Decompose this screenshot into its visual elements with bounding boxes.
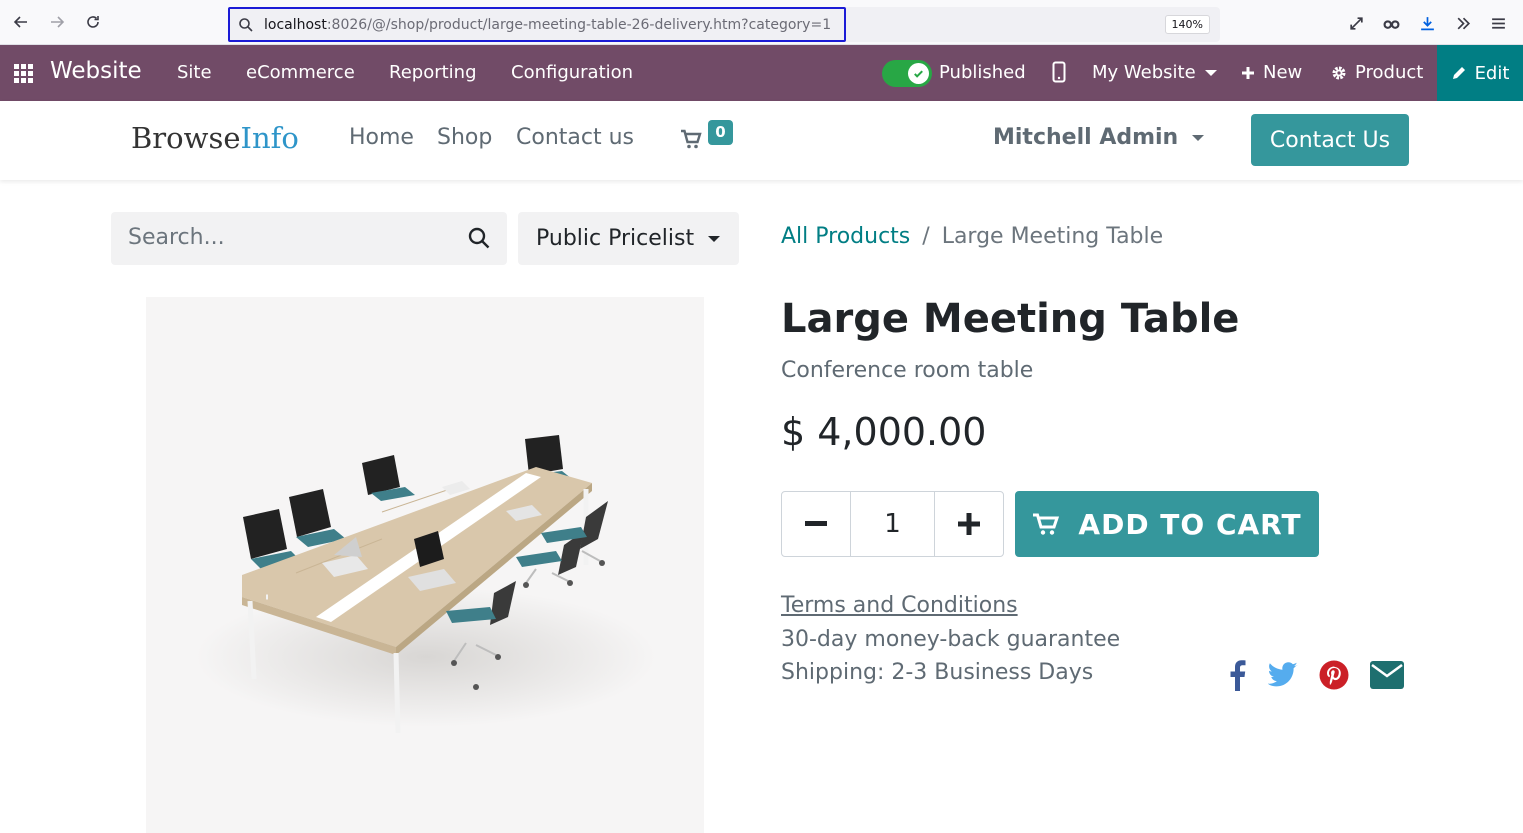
- add-to-cart-label: ADD TO CART: [1078, 507, 1302, 541]
- reload-icon[interactable]: [83, 12, 103, 32]
- overflow-chevrons-icon[interactable]: [1453, 13, 1473, 33]
- new-button-label: New: [1263, 62, 1303, 83]
- menu-reporting[interactable]: Reporting: [389, 62, 477, 83]
- breadcrumb-all-products[interactable]: All Products: [781, 224, 910, 249]
- guarantee-text: 30-day money-back guarantee: [781, 627, 1121, 652]
- search-icon: [239, 17, 253, 32]
- check-icon: [908, 63, 929, 84]
- decrease-quantity-button[interactable]: [782, 492, 850, 556]
- menu-configuration[interactable]: Configuration: [511, 62, 633, 83]
- website-switcher-label: My Website: [1092, 62, 1196, 83]
- terms-link[interactable]: Terms and Conditions: [781, 593, 1018, 618]
- forward-icon[interactable]: [47, 12, 67, 32]
- minus-icon: [805, 521, 827, 526]
- nav-home[interactable]: Home: [349, 125, 414, 150]
- increase-quantity-button[interactable]: [935, 492, 1003, 556]
- website-switcher[interactable]: My Website: [1092, 62, 1217, 83]
- pinterest-icon[interactable]: [1319, 658, 1349, 692]
- cart-icon[interactable]: [680, 128, 702, 150]
- pencil-icon: [1452, 67, 1465, 79]
- quantity-input[interactable]: 1: [850, 492, 935, 556]
- product-image[interactable]: [146, 297, 704, 833]
- url-field[interactable]: localhost:8026/@/shop/product/large-meet…: [228, 7, 846, 42]
- add-to-cart-button[interactable]: ADD TO CART: [1015, 491, 1319, 557]
- product-title: Large Meeting Table: [781, 296, 1240, 342]
- odoo-navbar: Website Site eCommerce Reporting Configu…: [0, 45, 1523, 101]
- search-placeholder: Search...: [128, 225, 225, 250]
- contact-us-button[interactable]: Contact Us: [1251, 114, 1409, 166]
- product-button[interactable]: Product: [1331, 62, 1423, 83]
- shipping-text: Shipping: 2-3 Business Days: [781, 660, 1094, 685]
- back-icon[interactable]: [11, 12, 31, 32]
- new-button[interactable]: New: [1241, 62, 1302, 83]
- product-search[interactable]: Search...: [111, 212, 507, 265]
- gear-icon: [1332, 66, 1346, 79]
- edit-button-label: Edit: [1474, 62, 1510, 84]
- cart-count-badge[interactable]: 0: [708, 120, 733, 145]
- nav-shop[interactable]: Shop: [437, 125, 492, 150]
- envelope-icon[interactable]: [1369, 658, 1404, 692]
- published-toggle[interactable]: [882, 60, 932, 87]
- apps-grid-icon[interactable]: [14, 64, 33, 83]
- menu-ecommerce[interactable]: eCommerce: [246, 62, 355, 83]
- product-button-label: Product: [1355, 62, 1424, 83]
- edit-button[interactable]: Edit: [1437, 45, 1523, 101]
- menu-site[interactable]: Site: [177, 62, 212, 83]
- pricelist-dropdown[interactable]: Public Pricelist: [518, 212, 739, 265]
- app-title[interactable]: Website: [50, 58, 142, 84]
- url-text: localhost:8026/@/shop/product/large-meet…: [264, 16, 832, 33]
- plus-icon: [958, 513, 980, 535]
- breadcrumb: All Products / Large Meeting Table: [781, 224, 1163, 249]
- published-label[interactable]: Published: [939, 62, 1026, 83]
- fullscreen-icon[interactable]: [1346, 13, 1366, 33]
- plus-icon: [1242, 66, 1254, 79]
- cart-icon: [1033, 513, 1060, 535]
- search-icon[interactable]: [467, 226, 491, 250]
- private-mask-icon[interactable]: [1381, 13, 1401, 33]
- twitter-icon[interactable]: [1268, 658, 1298, 692]
- quantity-stepper: 1: [781, 491, 1004, 557]
- chevron-down-icon: [708, 235, 721, 242]
- mobile-preview-icon[interactable]: [1052, 61, 1066, 83]
- download-icon[interactable]: [1417, 13, 1437, 33]
- user-menu[interactable]: Mitchell Admin: [993, 125, 1205, 150]
- hamburger-menu-icon[interactable]: [1488, 13, 1508, 33]
- site-logo[interactable]: BrowseInfo: [131, 121, 299, 155]
- zoom-level[interactable]: 140%: [1164, 15, 1210, 34]
- breadcrumb-separator: /: [922, 224, 930, 249]
- chevron-down-icon: [1192, 134, 1205, 141]
- chevron-down-icon: [1204, 69, 1217, 76]
- address-bar[interactable]: localhost:8026/@/shop/product/large-meet…: [228, 7, 1220, 42]
- product-price: $ 4,000.00: [781, 410, 987, 454]
- browser-toolbar: localhost:8026/@/shop/product/large-meet…: [0, 0, 1523, 45]
- product-description: Conference room table: [781, 358, 1034, 383]
- breadcrumb-current: Large Meeting Table: [941, 224, 1164, 249]
- nav-contact-us[interactable]: Contact us: [516, 125, 634, 150]
- facebook-icon[interactable]: [1227, 658, 1247, 692]
- user-name: Mitchell Admin: [993, 125, 1179, 150]
- site-header: BrowseInfo Home Shop Contact us 0 Mitche…: [0, 101, 1523, 180]
- pricelist-label: Public Pricelist: [536, 226, 695, 251]
